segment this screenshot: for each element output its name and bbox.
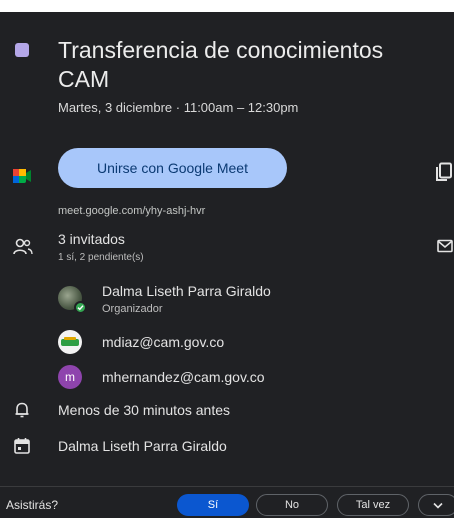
meet-link[interactable]: meet.google.com/yhy-ashj-hvr	[58, 205, 205, 217]
bell-icon	[15, 402, 29, 418]
guest-name: mdiaz@cam.gov.co	[102, 334, 225, 350]
calendar-owner: Dalma Liseth Parra Giraldo	[58, 438, 227, 454]
guest-name: mhernandez@cam.gov.co	[102, 369, 265, 385]
event-datetime: Martes, 3 diciembre · 11:00am – 12:30pm	[58, 100, 299, 115]
calendar-icon	[14, 438, 30, 454]
rsvp-bar: Asistirás? Sí No Tal vez	[0, 486, 454, 518]
guest-item[interactable]: Dalma Liseth Parra Giraldo Organizador	[58, 283, 358, 319]
check-icon	[74, 301, 87, 314]
rsvp-more-button[interactable]	[418, 494, 454, 516]
guests-count: 3 invitados	[58, 231, 125, 247]
reminder-text: Menos de 30 minutos antes	[58, 402, 230, 418]
event-details-panel: Transferencia de conocimientos CAM Marte…	[0, 12, 454, 518]
guests-response-summary: 1 sí, 2 pendiente(s)	[58, 252, 144, 263]
avatar: m	[58, 365, 82, 389]
rsvp-question: Asistirás?	[6, 498, 59, 512]
guest-role: Organizador	[102, 303, 163, 315]
copy-icon[interactable]	[435, 162, 453, 182]
guest-name: Dalma Liseth Parra Giraldo	[102, 283, 271, 299]
event-title: Transferencia de conocimientos CAM	[58, 37, 384, 92]
logo-avatar	[58, 330, 82, 354]
rsvp-maybe-button[interactable]: Tal vez	[337, 494, 409, 516]
meet-icon	[13, 169, 31, 183]
join-google-meet-button[interactable]: Unirse con Google Meet	[58, 148, 287, 188]
chevron-down-icon	[433, 502, 443, 509]
event-color-icon	[15, 43, 29, 57]
people-icon	[13, 238, 33, 255]
guest-item[interactable]: mdiaz@cam.gov.co	[58, 330, 358, 354]
rsvp-no-button[interactable]: No	[256, 494, 328, 516]
rsvp-yes-button[interactable]: Sí	[177, 494, 249, 516]
guest-item[interactable]: m mhernandez@cam.gov.co	[58, 365, 358, 389]
mail-icon[interactable]	[437, 239, 453, 253]
